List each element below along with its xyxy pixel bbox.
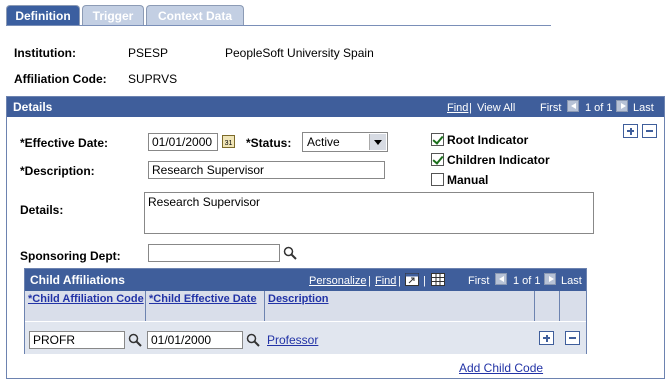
delete-child-row-button[interactable] xyxy=(565,331,580,345)
details-view-all[interactable]: View All xyxy=(477,102,515,114)
col-child-effective-date[interactable]: *Child Effective Date xyxy=(146,291,265,321)
tab-definition[interactable]: Definition xyxy=(6,5,80,25)
col-child-affiliation-code[interactable]: *Child Affiliation Code xyxy=(25,291,146,321)
details-prev-icon[interactable] xyxy=(567,100,579,112)
sponsoring-dept-input[interactable] xyxy=(148,244,280,262)
details-first: First xyxy=(540,102,562,114)
child-find-link[interactable]: Find xyxy=(375,275,396,287)
col-delete xyxy=(560,291,586,321)
tab-context-data[interactable]: Context Data xyxy=(146,5,244,25)
details-header: Details Find | View All First 1 of 1 Las… xyxy=(7,97,664,117)
details-textarea[interactable]: Research Supervisor xyxy=(144,192,594,234)
child-code-input[interactable] xyxy=(29,331,125,349)
description-label: *Description: xyxy=(20,164,95,178)
status-label: *Status: xyxy=(246,136,292,150)
details-count: 1 of 1 xyxy=(585,102,613,114)
col-child-affiliation-code-label[interactable]: *Child Affiliation Code xyxy=(28,293,144,306)
delete-row-button[interactable] xyxy=(642,124,657,138)
child-date-input[interactable] xyxy=(147,331,243,349)
description-input[interactable] xyxy=(148,161,385,179)
manual-checkbox[interactable] xyxy=(431,173,444,186)
child-description-link[interactable]: Professor xyxy=(267,333,318,347)
view-in-window-icon[interactable] xyxy=(405,273,419,286)
child-grid-title: Child Affiliations xyxy=(30,273,125,287)
details-next-icon[interactable] xyxy=(616,100,628,112)
download-grid-icon[interactable] xyxy=(431,273,445,286)
affiliation-code-label: Affiliation Code: xyxy=(14,72,107,86)
add-child-code-link[interactable]: Add Child Code xyxy=(459,361,543,375)
child-first: First xyxy=(468,275,490,287)
effective-date-label: *Effective Date: xyxy=(20,136,109,150)
personalize-link[interactable]: Personalize xyxy=(309,275,366,287)
child-count: 1 of 1 xyxy=(513,275,541,287)
child-separator-3: | xyxy=(423,275,426,287)
effective-date-input[interactable] xyxy=(148,133,218,151)
search-icon[interactable] xyxy=(283,246,297,260)
children-indicator-label: Children Indicator xyxy=(447,153,550,167)
sponsoring-dept-label: Sponsoring Dept: xyxy=(20,249,121,263)
root-indicator-checkbox[interactable] xyxy=(431,133,444,146)
institution-name: PeopleSoft University Spain xyxy=(225,46,374,60)
affiliation-code-value: SUPRVS xyxy=(128,72,178,86)
status-value: Active xyxy=(307,135,340,149)
add-child-row-button[interactable] xyxy=(539,331,554,345)
details-last: Last xyxy=(633,102,654,114)
child-prev-icon[interactable] xyxy=(495,273,507,285)
root-indicator-label: Root Indicator xyxy=(447,133,529,147)
tab-trigger[interactable]: Trigger xyxy=(82,5,144,25)
child-next-icon[interactable] xyxy=(544,273,556,285)
manual-label: Manual xyxy=(447,173,489,187)
details-find-link[interactable]: Find xyxy=(447,102,468,114)
col-description-label[interactable]: Description xyxy=(268,293,329,306)
child-separator: | xyxy=(368,275,371,287)
institution-label: Institution: xyxy=(14,46,76,60)
tab-underline xyxy=(6,25,551,26)
col-child-effective-date-label[interactable]: *Child Effective Date xyxy=(149,293,257,306)
chevron-down-icon xyxy=(369,134,386,150)
add-row-button[interactable] xyxy=(623,124,638,138)
search-icon[interactable] xyxy=(128,333,142,347)
details-label: Details: xyxy=(20,203,64,217)
status-select[interactable]: Active xyxy=(302,132,388,152)
calendar-icon[interactable]: 31 xyxy=(222,135,235,148)
search-icon[interactable] xyxy=(246,333,260,347)
child-grid-header: Child Affiliations Personalize | Find | … xyxy=(25,269,586,291)
col-description[interactable]: Description xyxy=(265,291,535,321)
children-indicator-checkbox[interactable] xyxy=(431,153,444,166)
col-add xyxy=(535,291,560,321)
details-separator: | xyxy=(469,102,472,114)
details-title: Details xyxy=(13,100,53,114)
institution-code: PSESP xyxy=(128,46,169,60)
child-last: Last xyxy=(561,275,582,287)
child-separator-2: | xyxy=(398,275,401,287)
